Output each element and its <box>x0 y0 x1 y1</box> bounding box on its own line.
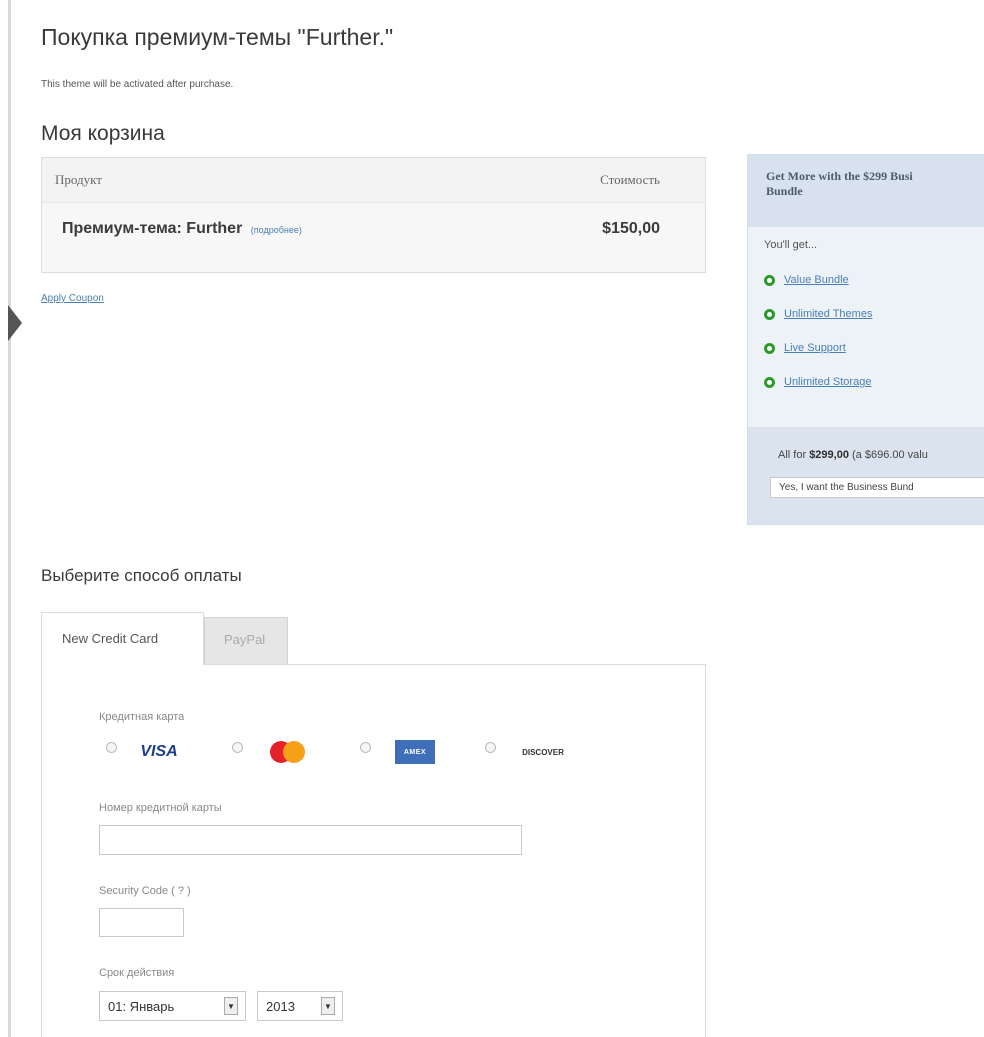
card-radio-amex[interactable] <box>360 742 371 753</box>
check-circle-icon <box>764 376 775 388</box>
cart-column-product: Продукт <box>55 172 102 187</box>
promo-heading-line1: Get More with the $299 Busi <box>766 169 913 183</box>
check-circle-icon <box>764 274 775 286</box>
amex-logo: AMEX <box>384 734 446 770</box>
promo-item: Live Support <box>764 331 984 365</box>
promo-intro: You'll get... <box>764 239 818 251</box>
card-radio-mastercard[interactable] <box>232 742 243 753</box>
promo-total-prefix: All for <box>778 449 810 461</box>
expiry-year-select[interactable]: 2013 ▼ <box>257 991 343 1021</box>
promo-item: Unlimited Themes <box>764 297 984 331</box>
cart-row: Премиум-тема: Further (подробнее) $150,0… <box>42 203 705 273</box>
mastercard-orange-circle-icon <box>282 741 305 763</box>
cart-table-header: Продукт Стоимость <box>42 158 705 203</box>
promo-item: Unlimited Storage <box>764 365 984 399</box>
promo-item: Value Bundle <box>764 263 984 297</box>
page-subtitle: This theme will be activated after purch… <box>41 79 234 90</box>
promo-link-unlimited-storage[interactable]: Unlimited Storage <box>784 376 871 388</box>
dropdown-arrow-icon[interactable]: ▼ <box>321 997 335 1015</box>
panel-toggle-arrow-icon[interactable] <box>8 305 22 341</box>
promo-footer: All for $299,00 (a $696.00 valu Yes, I w… <box>748 427 984 524</box>
business-bundle-button[interactable]: Yes, I want the Business Bund <box>770 477 984 498</box>
dropdown-arrow-icon[interactable]: ▼ <box>224 997 238 1015</box>
cart-column-price: Стоимость <box>600 172 660 187</box>
tab-paypal[interactable]: PayPal <box>204 617 288 665</box>
expiry-month-value: 01: Январь <box>108 999 175 1014</box>
promo-total: All for $299,00 (a $696.00 valu <box>778 449 984 461</box>
cart-product-cell: Премиум-тема: Further (подробнее) <box>62 220 302 238</box>
cart-product-name: Премиум-тема: Further <box>62 220 243 237</box>
cart-table: Продукт Стоимость Премиум-тема: Further … <box>41 157 706 273</box>
product-details-link[interactable]: (подробнее) <box>251 225 302 235</box>
visa-logo: VISA <box>125 734 193 770</box>
card-radio-discover[interactable] <box>485 742 496 753</box>
mastercard-logo <box>257 734 317 770</box>
business-bundle-promo: Get More with the $299 Busi Bundle You'l… <box>747 154 984 525</box>
promo-link-unlimited-themes[interactable]: Unlimited Themes <box>784 308 872 320</box>
discover-logo: DISCOVER <box>508 734 578 770</box>
payment-method-title: Выберите способ оплаты <box>41 566 242 585</box>
card-type-label: Кредитная карта <box>99 711 185 723</box>
expiry-label: Срок действия <box>99 967 175 979</box>
security-code-label: Security Code ( ? ) <box>99 885 191 897</box>
tab-new-credit-card[interactable]: New Credit Card <box>41 612 204 665</box>
check-circle-icon <box>764 342 775 354</box>
card-number-input[interactable] <box>99 825 522 855</box>
cart-product-price: $150,00 <box>602 220 660 237</box>
promo-link-live-support[interactable]: Live Support <box>784 342 846 354</box>
promo-link-value-bundle[interactable]: Value Bundle <box>784 274 849 286</box>
expiry-month-select[interactable]: 01: Январь ▼ <box>99 991 246 1021</box>
card-number-label: Номер кредитной карты <box>99 802 222 814</box>
promo-heading: Get More with the $299 Busi Bundle <box>748 155 984 227</box>
security-code-input[interactable] <box>99 908 184 937</box>
promo-total-suffix: (a $696.00 valu <box>848 449 928 461</box>
card-radio-visa[interactable] <box>106 742 117 753</box>
promo-total-price: $299,00 <box>809 449 849 461</box>
apply-coupon-link[interactable]: Apply Coupon <box>41 293 104 304</box>
page-title: Покупка премиум-темы "Further." <box>41 24 394 50</box>
check-circle-icon <box>764 308 775 320</box>
amex-logo-box: AMEX <box>395 740 435 764</box>
left-rail <box>8 0 11 1037</box>
cart-title: Моя корзина <box>41 122 165 145</box>
expiry-year-value: 2013 <box>266 999 295 1014</box>
promo-heading-line2: Bundle <box>766 184 803 198</box>
promo-body: You'll get... Value Bundle Unlimited The… <box>748 227 984 399</box>
